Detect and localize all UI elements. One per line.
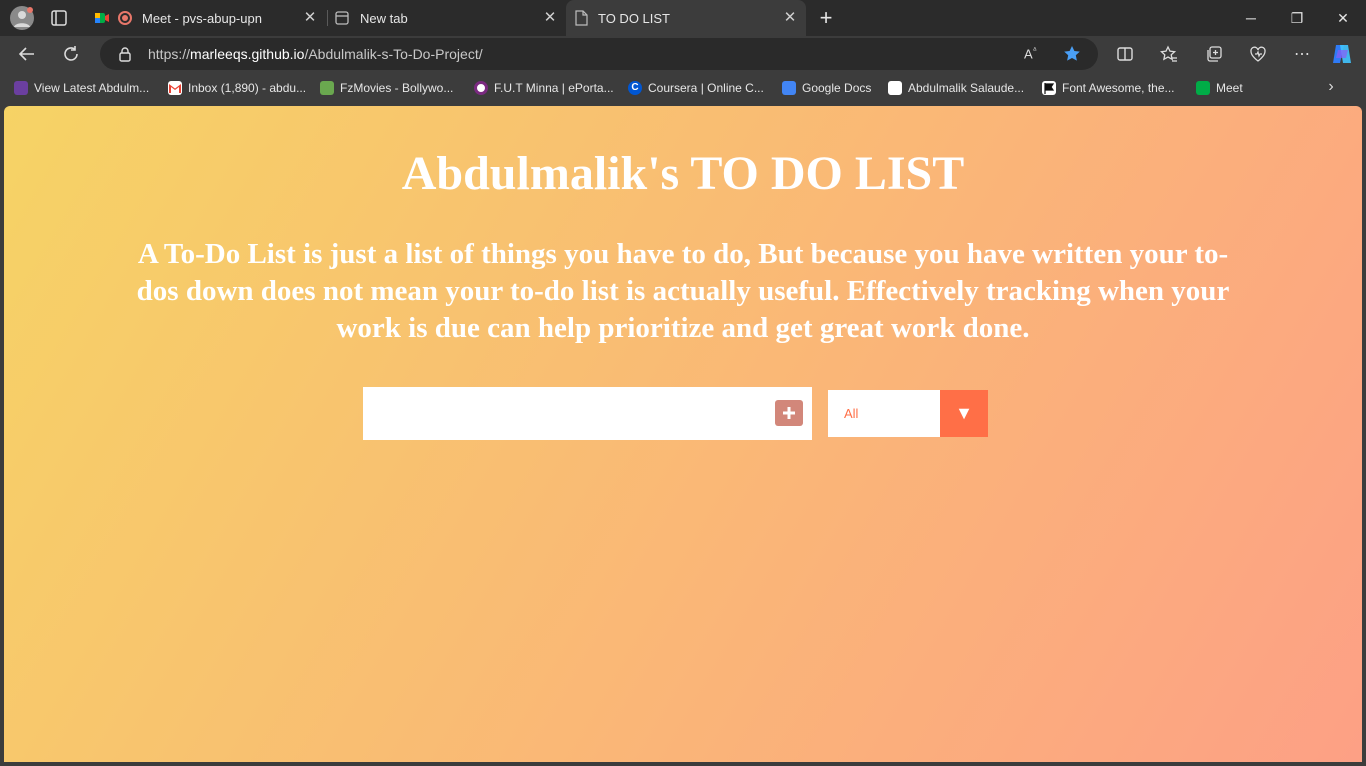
close-window-button[interactable]: ✕: [1320, 0, 1366, 36]
bookmark-label: Meet: [1216, 81, 1243, 95]
bookmark-item[interactable]: C Coursera | Online C...: [628, 79, 764, 97]
bookmarks-bar: View Latest Abdulm... Inbox (1,890) - ab…: [0, 72, 1366, 104]
font-awesome-icon: [1042, 81, 1056, 95]
bookmark-label: FzMovies - Bollywo...: [340, 81, 454, 95]
bookmark-item[interactable]: Font Awesome, the...: [1042, 79, 1175, 97]
refresh-button[interactable]: [56, 39, 86, 69]
bookmark-item[interactable]: Google Docs: [782, 79, 871, 97]
bookmark-item[interactable]: Meet: [1196, 79, 1243, 97]
minimize-button[interactable]: ─: [1228, 0, 1274, 36]
bookmark-label: F.U.T Minna | ePorta...: [494, 81, 614, 95]
tab-to-do-list[interactable]: TO DO LIST ✕: [566, 0, 806, 36]
browser-essentials-icon[interactable]: [1246, 42, 1270, 66]
page-description: A To-Do List is just a list of things yo…: [136, 238, 1230, 344]
bookmark-label: Google Docs: [802, 81, 872, 95]
profile-avatar[interactable]: [10, 6, 34, 30]
bookmark-favicon-icon: [320, 81, 334, 95]
google-docs-icon: [782, 81, 796, 95]
plus-icon: [783, 407, 795, 419]
tab-actions-icon[interactable]: [50, 9, 68, 27]
bookmark-item[interactable]: View Latest Abdulm...: [14, 79, 149, 97]
tab-strip: Meet - pvs-abup-upn ✕ New tab ✕ TO DO LI…: [0, 0, 1366, 36]
bookmark-favicon-icon: [14, 81, 28, 95]
tab-title: Meet - pvs-abup-upn: [142, 10, 262, 26]
google-meet-icon: [1196, 81, 1210, 95]
bookmark-label: View Latest Abdulm...: [34, 81, 150, 95]
collections-icon[interactable]: [1202, 42, 1226, 66]
more-bookmarks-chevron-icon[interactable]: ›: [1322, 78, 1340, 98]
url-path: /Abdulmalik-s-To-Do-Project/: [304, 46, 483, 62]
coursera-icon: C: [628, 81, 642, 95]
new-tab-page-icon: [334, 10, 350, 26]
copilot-icon[interactable]: [1330, 42, 1354, 66]
tab-title: New tab: [360, 10, 408, 26]
favorite-star-icon[interactable]: [1062, 44, 1082, 64]
bookmark-label: Font Awesome, the...: [1062, 81, 1175, 95]
google-meet-icon: [94, 10, 110, 26]
bookmark-label: Coursera | Online C...: [648, 81, 764, 95]
bookmark-item[interactable]: F.U.T Minna | ePorta...: [474, 79, 614, 97]
page-viewport: Abdulmalik's TO DO LIST A To-Do List is …: [4, 106, 1362, 762]
bookmark-label: Inbox (1,890) - abdu...: [188, 81, 307, 95]
read-aloud-icon[interactable]: Aᐞ: [1024, 46, 1037, 61]
tab-new-tab[interactable]: New tab ✕: [328, 0, 566, 36]
tab-title: TO DO LIST: [598, 10, 670, 26]
url-scheme: https://: [148, 46, 191, 62]
back-button[interactable]: [12, 39, 42, 69]
caret-down-icon[interactable]: ▼: [940, 390, 988, 437]
address-bar[interactable]: https://marleeqs.github.io/Abdulmalik-s-…: [100, 38, 1098, 70]
close-tab-icon[interactable]: ✕: [782, 10, 798, 26]
gmail-icon: [168, 81, 182, 95]
filter-selected-value: All: [844, 406, 859, 421]
todo-input[interactable]: [363, 387, 812, 440]
favorites-icon[interactable]: [1157, 42, 1181, 66]
lock-icon[interactable]: [118, 46, 132, 62]
more-options-icon[interactable]: ⋯: [1290, 42, 1314, 66]
close-tab-icon[interactable]: ✕: [302, 10, 318, 26]
close-tab-icon[interactable]: ✕: [542, 10, 558, 26]
restore-button[interactable]: ❐: [1274, 0, 1320, 36]
filter-select[interactable]: All ▼: [828, 390, 988, 437]
add-todo-button[interactable]: [775, 400, 803, 426]
recording-icon: [118, 11, 132, 25]
bookmark-item[interactable]: Inbox (1,890) - abdu...: [168, 79, 306, 97]
bookmark-item[interactable]: FzMovies - Bollywo...: [320, 79, 453, 97]
arrow-left-icon: [18, 47, 34, 61]
bookmark-favicon-icon: [474, 81, 488, 95]
tab-meet[interactable]: Meet - pvs-abup-upn ✕: [86, 0, 326, 36]
url-host: marleeqs.github.io: [190, 46, 305, 62]
split-screen-icon[interactable]: [1113, 42, 1137, 66]
bookmark-favicon-icon: [888, 81, 902, 95]
url-text: https://marleeqs.github.io/Abdulmalik-s-…: [148, 46, 483, 62]
browser-toolbar: https://marleeqs.github.io/Abdulmalik-s-…: [0, 36, 1366, 72]
new-tab-button[interactable]: +: [814, 6, 838, 30]
refresh-icon: [64, 46, 78, 61]
bookmark-item[interactable]: Abdulmalik Salaude...: [888, 79, 1024, 97]
page-document-icon: [574, 10, 588, 26]
bookmark-label: Abdulmalik Salaude...: [908, 81, 1025, 95]
page-title: Abdulmalik's TO DO LIST: [401, 147, 965, 200]
